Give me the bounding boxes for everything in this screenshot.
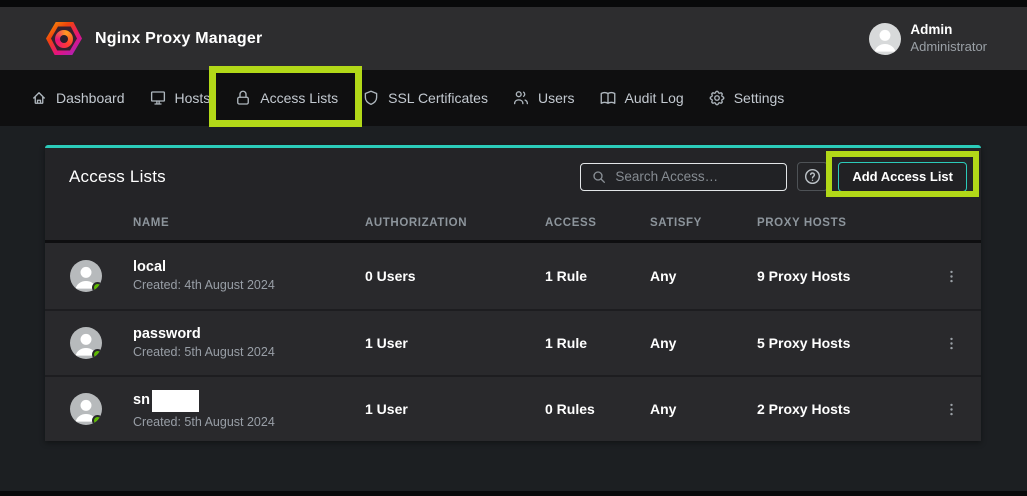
nav-item-label: Dashboard: [56, 90, 125, 106]
access-list-avatar-icon: [70, 260, 102, 292]
status-dot: [92, 282, 102, 292]
app-title: Nginx Proxy Manager: [95, 30, 262, 48]
proxy-hosts-value: 5 Proxy Hosts: [757, 335, 933, 351]
kebab-menu-icon: [943, 401, 960, 418]
card-title: Access Lists: [69, 167, 166, 187]
search-icon: [591, 169, 607, 185]
user-info: Admin Administrator: [910, 22, 987, 55]
satisfy-value: Any: [650, 335, 757, 351]
content-area: Access Lists Add Access List: [0, 126, 1027, 491]
proxy-hosts-value: 9 Proxy Hosts: [757, 268, 933, 284]
kebab-menu-icon: [943, 335, 960, 352]
access-list-name: sn: [133, 390, 365, 412]
access-list-row-local[interactable]: local Created: 4th August 2024 0 Users 1…: [45, 243, 981, 309]
search-input[interactable]: [615, 169, 778, 184]
access-list-avatar-icon: [70, 327, 102, 359]
nav-item-users[interactable]: Users: [500, 70, 587, 126]
home-icon: [30, 89, 48, 107]
app-brand-link[interactable]: Nginx Proxy Manager: [46, 21, 262, 57]
help-button[interactable]: [797, 162, 828, 191]
book-icon: [599, 89, 617, 107]
table-header: NAME AUTHORIZATION ACCESS SATISFY PROXY …: [45, 205, 981, 243]
nav-item-audit-log[interactable]: Audit Log: [587, 70, 696, 126]
user-avatar-icon: [869, 23, 901, 55]
access-list-row-sn[interactable]: sn Created: 5th August 2024 1 User 0 Rul…: [45, 375, 981, 441]
access-list-created: Created: 5th August 2024: [133, 415, 365, 429]
npm-logo-icon: [46, 21, 82, 57]
access-list-row-password[interactable]: password Created: 5th August 2024 1 User…: [45, 309, 981, 375]
search-box: [580, 163, 787, 191]
kebab-menu-icon: [943, 268, 960, 285]
user-menu[interactable]: Admin Administrator: [869, 22, 987, 55]
add-access-list-button[interactable]: Add Access List: [838, 162, 967, 192]
status-dot: [92, 415, 102, 425]
nav-item-access-lists[interactable]: Access Lists: [222, 70, 350, 126]
row-menu-button[interactable]: [939, 397, 964, 422]
access-value: 1 Rule: [545, 268, 650, 284]
users-icon: [512, 89, 530, 107]
nav-item-label: Audit Log: [625, 90, 684, 106]
authorization-value: 0 Users: [365, 268, 545, 284]
access-list-name: local: [133, 260, 365, 276]
access-list-created: Created: 4th August 2024: [133, 278, 365, 292]
viewport-top-edge: [0, 0, 1027, 7]
help-icon: [803, 167, 822, 186]
column-header-authorization: AUTHORIZATION: [365, 217, 545, 229]
access-lists-card: Access Lists Add Access List: [45, 145, 981, 441]
nav-item-ssl-certificates[interactable]: SSL Certificates: [350, 70, 500, 126]
gear-icon: [708, 89, 726, 107]
monitor-icon: [149, 89, 167, 107]
authorization-value: 1 User: [365, 335, 545, 351]
status-dot: [92, 349, 102, 359]
column-header-name: NAME: [133, 217, 365, 229]
nav-item-hosts[interactable]: Hosts: [137, 70, 223, 126]
row-menu-button[interactable]: [939, 331, 964, 356]
redaction-box: [152, 390, 199, 412]
access-value: 1 Rule: [545, 335, 650, 351]
access-value: 0 Rules: [545, 401, 650, 417]
column-header-proxy-hosts: PROXY HOSTS: [757, 217, 933, 229]
satisfy-value: Any: [650, 268, 757, 284]
main-nav: Dashboard Hosts Access Lists SSL Certifi…: [0, 70, 1027, 126]
add-access-list-label: Add Access List: [852, 169, 953, 184]
lock-icon: [234, 89, 252, 107]
nav-item-settings[interactable]: Settings: [696, 70, 797, 126]
nav-item-dashboard[interactable]: Dashboard: [18, 70, 137, 126]
table-body: local Created: 4th August 2024 0 Users 1…: [45, 243, 981, 441]
nav-item-label: SSL Certificates: [388, 90, 488, 106]
row-menu-button[interactable]: [939, 264, 964, 289]
satisfy-value: Any: [650, 401, 757, 417]
card-controls: Add Access List: [580, 162, 967, 192]
access-list-created: Created: 5th August 2024: [133, 345, 365, 359]
nav-item-label: Hosts: [175, 90, 211, 106]
card-header: Access Lists Add Access List: [45, 148, 981, 205]
nav-item-label: Settings: [734, 90, 785, 106]
shield-icon: [362, 89, 380, 107]
nginx-proxy-manager-app: Nginx Proxy Manager Admin Administrator …: [0, 0, 1027, 496]
nav-item-label: Access Lists: [260, 90, 338, 106]
proxy-hosts-value: 2 Proxy Hosts: [757, 401, 933, 417]
access-list-avatar-icon: [70, 393, 102, 425]
access-list-name: password: [133, 327, 365, 343]
app-header: Nginx Proxy Manager Admin Administrator: [0, 7, 1027, 70]
nav-item-label: Users: [538, 90, 575, 106]
column-header-satisfy: SATISFY: [650, 217, 757, 229]
authorization-value: 1 User: [365, 401, 545, 417]
user-name: Admin: [910, 22, 987, 39]
column-header-access: ACCESS: [545, 217, 650, 229]
user-role: Administrator: [910, 39, 987, 55]
viewport-bottom-edge: [0, 491, 1027, 496]
